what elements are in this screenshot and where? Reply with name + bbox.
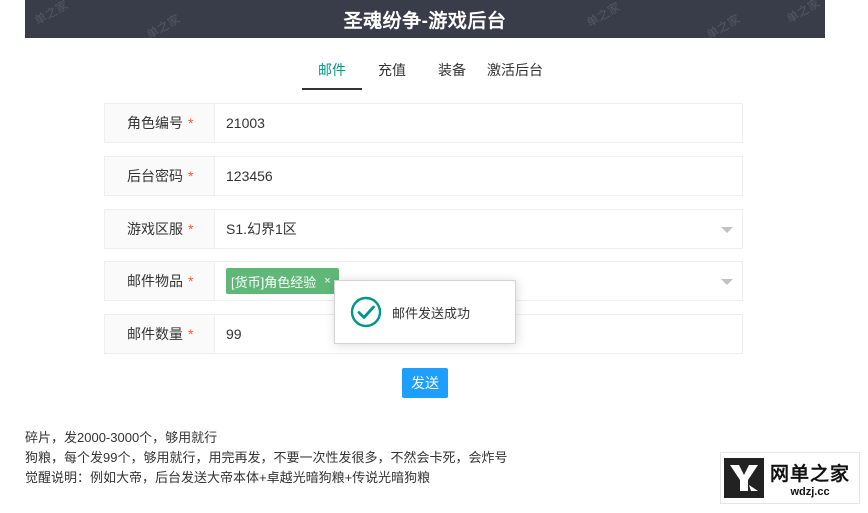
tab-equipment[interactable]: 装备 <box>438 60 466 80</box>
logo-domain: wdzj.cc <box>790 485 830 498</box>
watermark: 单之家 <box>32 0 71 28</box>
active-tab-indicator <box>302 88 362 90</box>
tab-bar: 邮件 充值 装备 激活后台 <box>0 52 868 90</box>
required-mark: * <box>188 221 194 237</box>
server-row: 游戏区服 * S1.幻界1区 <box>104 209 743 249</box>
server-select[interactable]: S1.幻界1区 <box>215 210 742 248</box>
server-label: 游戏区服 * <box>105 210 215 248</box>
note-line: 狗粮，每个发99个，够用就行，用完再发，不要一次性发很多，不然会卡死，会炸号 <box>25 450 508 465</box>
notes-section: 碎片，发2000-3000个，够用就行 狗粮，每个发99个，够用就行，用完再发，… <box>25 428 507 488</box>
site-logo: 网单之家 wdzj.cc <box>720 452 860 504</box>
role-id-row: 角色编号 * 21003 <box>104 103 743 143</box>
role-id-input[interactable]: 21003 <box>215 104 742 142</box>
watermark: 单之家 <box>784 0 823 26</box>
note-line: 觉醒说明：例如大帝，后台发送大帝本体+卓越光暗狗粮+传说光暗狗粮 <box>25 470 431 485</box>
server-value: S1.幻界1区 <box>226 221 297 237</box>
tab-recharge[interactable]: 充值 <box>378 60 406 80</box>
page-header: 单之家 单之家 单之家 单之家 单之家 圣魂纷争-游戏后台 <box>25 0 825 38</box>
quantity-value: 99 <box>226 326 242 342</box>
role-id-value: 21003 <box>226 115 265 131</box>
page-title: 圣魂纷争-游戏后台 <box>343 10 507 32</box>
close-icon[interactable]: × <box>324 275 330 287</box>
watermark: 单之家 <box>704 11 743 38</box>
selected-item-tag: [货币]角色经验 × <box>226 268 339 294</box>
watermark: 单之家 <box>144 11 183 38</box>
note-line: 碎片，发2000-3000个，够用就行 <box>25 430 218 445</box>
toast-message: 邮件发送成功 <box>392 305 471 321</box>
server-label-text: 游戏区服 <box>127 221 183 237</box>
required-mark: * <box>188 326 194 342</box>
tab-activate-backend[interactable]: 激活后台 <box>487 60 543 80</box>
chevron-down-icon[interactable] <box>721 227 733 233</box>
required-mark: * <box>188 168 194 184</box>
role-id-label: 角色编号 * <box>105 104 215 142</box>
logo-text: 网单之家 wdzj.cc <box>770 459 850 498</box>
selected-item-tag-label: [货币]角色经验 <box>231 274 317 290</box>
quantity-label: 邮件数量 * <box>105 315 215 353</box>
role-id-label-text: 角色编号 <box>127 115 183 131</box>
password-row: 后台密码 * 123456 <box>104 156 743 196</box>
password-input[interactable]: 123456 <box>215 157 742 195</box>
success-toast: 邮件发送成功 <box>334 280 516 344</box>
logo-name: 网单之家 <box>770 463 851 485</box>
chevron-down-icon[interactable] <box>721 279 733 285</box>
mail-item-label-text: 邮件物品 <box>127 273 183 289</box>
password-label-text: 后台密码 <box>127 168 183 184</box>
required-mark: * <box>188 273 194 289</box>
success-check-icon <box>350 296 382 328</box>
required-mark: * <box>188 115 194 131</box>
send-button[interactable]: 发送 <box>402 368 448 398</box>
quantity-label-text: 邮件数量 <box>127 326 183 342</box>
password-label: 后台密码 * <box>105 157 215 195</box>
logo-mark-icon <box>724 458 764 498</box>
mail-item-label: 邮件物品 * <box>105 262 215 300</box>
tab-mail[interactable]: 邮件 <box>318 60 346 80</box>
password-value: 123456 <box>226 168 273 184</box>
watermark: 单之家 <box>584 0 623 30</box>
